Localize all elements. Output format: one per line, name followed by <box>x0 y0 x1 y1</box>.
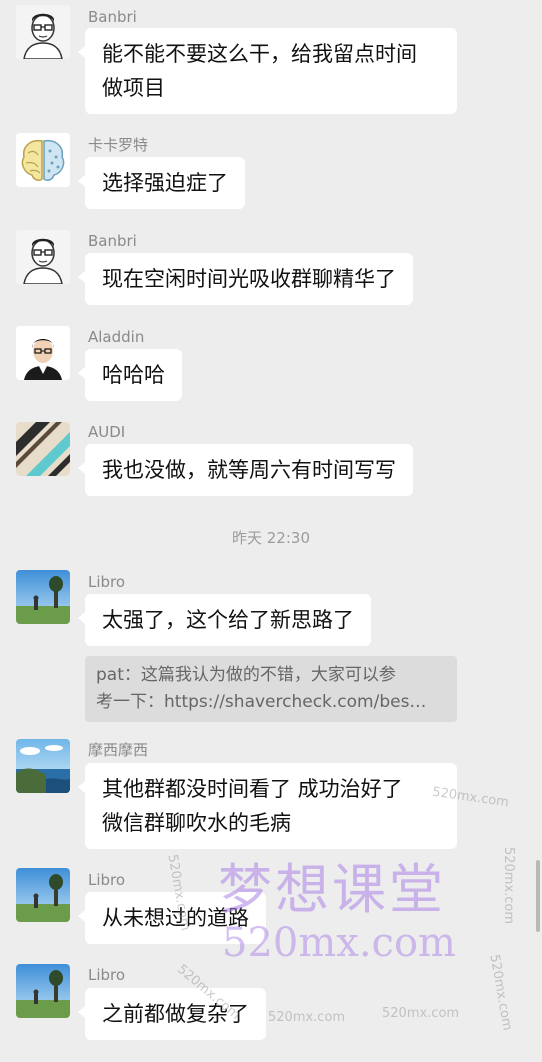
sender-name: 摩西摩西 <box>88 741 149 759</box>
timestamp: 昨天 22:30 <box>232 529 310 547</box>
message-text: 选择强迫症了 <box>102 171 228 195</box>
watermark-small: 520mx.com <box>501 846 517 925</box>
chat-history: Banbri 能不能不要这么干，给我留点时间 做项目 卡卡罗特 选择强迫症了 B… <box>0 0 542 1062</box>
sender-name: Libro <box>88 966 126 984</box>
message-bubble[interactable]: 我也没做，就等周六有时间写写 <box>78 444 413 496</box>
watermark-small: 520mx.com <box>486 953 515 1032</box>
watermark-small: 520mx.com <box>382 1006 460 1021</box>
message-bubble[interactable]: 太强了，这个给了新思路了 <box>78 594 371 646</box>
sender-name: Banbri <box>88 232 137 250</box>
message-text: 我也没做，就等周六有时间写写 <box>102 458 396 482</box>
message-text: 微信群聊吹水的毛病 <box>102 811 291 835</box>
scrollbar[interactable] <box>536 860 540 932</box>
landscape-tree-avatar-icon[interactable] <box>16 964 70 1018</box>
message-bubble[interactable]: 能不能不要这么干，给我留点时间 做项目 <box>78 28 457 114</box>
landscape-tree-avatar-icon[interactable] <box>16 868 70 922</box>
sender-name: Libro <box>88 573 126 591</box>
message-text: 之前都做复杂了 <box>102 1002 249 1026</box>
landscape-tree-avatar-icon[interactable] <box>16 570 70 624</box>
message-text: 能不能不要这么干，给我留点时间 <box>102 42 417 66</box>
coast-avatar-icon[interactable] <box>16 739 70 793</box>
sender-name: 卡卡罗特 <box>88 136 149 154</box>
man-glasses-avatar-icon[interactable] <box>16 5 70 59</box>
man-glasses-avatar-icon[interactable] <box>16 230 70 284</box>
message-text: 其他群都没时间看了 成功治好了 <box>102 777 403 801</box>
message-bubble[interactable]: 其他群都没时间看了 成功治好了 微信群聊吹水的毛病 <box>78 763 457 849</box>
message-bubble[interactable]: 之前都做复杂了 <box>78 988 266 1040</box>
message-text: 做项目 <box>102 76 165 100</box>
brain-avatar-icon[interactable] <box>16 133 70 187</box>
man-portrait-avatar-icon[interactable] <box>16 326 70 380</box>
message-bubble[interactable]: 从未想过的道路 <box>78 892 266 944</box>
message-bubble[interactable]: 哈哈哈 <box>78 349 182 401</box>
message-text: 哈哈哈 <box>102 363 165 387</box>
watermark-small: 520mx.com <box>268 1010 346 1025</box>
sender-name: Libro <box>88 871 126 889</box>
quoted-message[interactable]: pat：这篇我认为做的不错，大家可以参 考一下：https://shaverch… <box>85 656 457 722</box>
message-text: 太强了，这个给了新思路了 <box>102 608 354 632</box>
sender-name: Aladdin <box>88 328 145 346</box>
stripes-avatar-icon[interactable] <box>16 422 70 476</box>
quote-text: 考一下：https://shavercheck.com/bes… <box>96 692 427 712</box>
sender-name: Banbri <box>88 8 137 26</box>
message-text: 从未想过的道路 <box>102 906 249 930</box>
quote-text: pat：这篇我认为做的不错，大家可以参 <box>96 665 396 685</box>
message-text: 现在空闲时间光吸收群聊精华了 <box>102 267 396 291</box>
message-bubble[interactable]: 现在空闲时间光吸收群聊精华了 <box>78 253 413 305</box>
message-bubble[interactable]: 选择强迫症了 <box>78 157 245 209</box>
sender-name: AUDI <box>88 423 126 441</box>
